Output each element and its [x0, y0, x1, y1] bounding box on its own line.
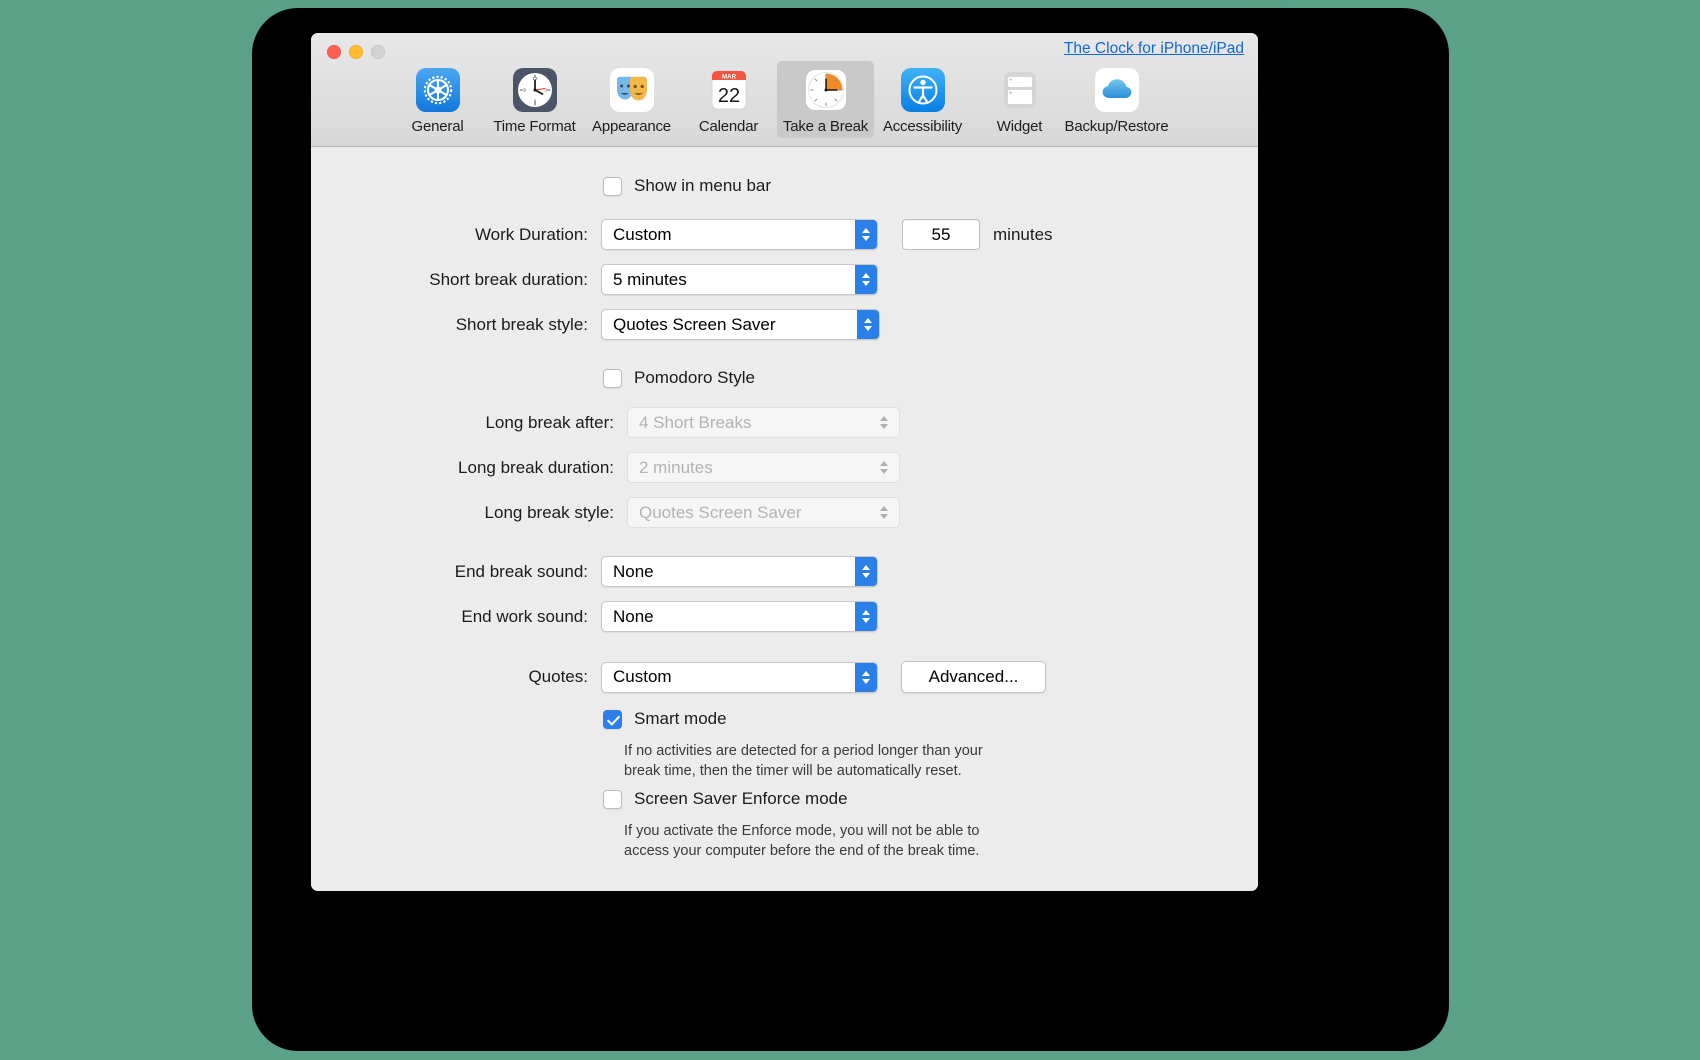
minimize-button[interactable]	[349, 45, 363, 59]
chevron-updown-icon	[855, 220, 877, 249]
short-break-style-row: Short break style: Quotes Screen Saver	[311, 309, 1258, 340]
calendar-icon: MAR 22	[711, 70, 746, 110]
tab-appearance[interactable]: Appearance	[583, 61, 680, 138]
enforce-mode-label: Screen Saver Enforce mode	[634, 789, 848, 808]
accessibility-icon	[900, 68, 945, 112]
quotes-value: Custom	[613, 667, 672, 686]
short-break-duration-select[interactable]: 5 minutes	[601, 264, 878, 295]
work-duration-minutes-input[interactable]: 55	[902, 219, 980, 250]
work-duration-value: Custom	[613, 224, 672, 244]
chevron-updown-icon	[855, 602, 877, 631]
long-break-after-label: Long break after:	[485, 412, 614, 432]
show-in-menu-bar-label: Show in menu bar	[634, 176, 772, 195]
enforce-mode-description: If you activate the Enforce mode, you wi…	[624, 823, 980, 859]
gear-icon	[415, 68, 460, 112]
end-break-sound-row: End break sound: None	[311, 556, 1258, 587]
tab-calendar-label: Calendar	[698, 118, 759, 135]
long-break-style-row: Long break style: Quotes Screen Saver	[311, 497, 1258, 528]
end-work-sound-label: End work sound:	[461, 606, 588, 626]
long-break-duration-value: 2 minutes	[639, 457, 713, 477]
short-break-duration-value: 5 minutes	[613, 269, 687, 289]
tab-widget[interactable]: Widget	[971, 61, 1068, 138]
the-clock-for-iphone-ipad-link[interactable]: The Clock for iPhone/iPad	[1064, 40, 1244, 58]
end-work-sound-value: None	[613, 606, 654, 626]
end-break-sound-label: End break sound:	[454, 561, 588, 581]
smart-mode-label: Smart mode	[634, 709, 727, 728]
pomodoro-style-checkbox[interactable]: Pomodoro Style	[603, 368, 755, 388]
short-break-duration-label: Short break duration:	[429, 269, 588, 289]
break-timer-clock-icon	[805, 70, 846, 110]
theater-masks-icon	[609, 68, 654, 112]
svg-text:MAR: MAR	[721, 74, 736, 81]
tab-backup-restore-label: Backup/Restore	[1064, 118, 1169, 135]
checkbox-box	[603, 368, 622, 388]
tab-take-a-break-label: Take a Break	[782, 118, 869, 135]
quotes-row: Quotes: Custom Advanced...	[311, 661, 1258, 693]
long-break-duration-row: Long break duration: 2 minutes	[311, 452, 1258, 483]
short-break-style-value: Quotes Screen Saver	[613, 314, 776, 334]
long-break-after-row: Long break after: 4 Short Breaks	[311, 407, 1258, 438]
cloud-icon	[1094, 68, 1139, 112]
close-button[interactable]	[327, 45, 341, 59]
checkbox-box	[603, 789, 622, 809]
short-break-style-label: Short break style:	[455, 314, 588, 334]
tab-accessibility[interactable]: Accessibility	[874, 61, 971, 138]
tab-backup-restore[interactable]: Backup/Restore	[1065, 61, 1169, 138]
tab-widget-label: Widget	[996, 118, 1043, 135]
window-toolbar: The Clock for iPhone/iPad General 12 3 6…	[311, 33, 1258, 147]
long-break-style-label: Long break style:	[484, 502, 614, 522]
quotes-label: Quotes:	[528, 667, 588, 686]
chevron-updown-icon	[873, 498, 895, 527]
screen: The Clock for iPhone/iPad General 12 3 6…	[0, 0, 1700, 1060]
checkbox-box-checked	[603, 709, 622, 729]
widget-icon	[1003, 72, 1036, 108]
end-break-sound-select[interactable]: None	[601, 556, 878, 587]
tab-accessibility-label: Accessibility	[882, 118, 963, 135]
tab-time-format-label: Time Format	[493, 118, 576, 135]
analog-clock-icon: 123 69	[512, 68, 557, 112]
pomodoro-style-label: Pomodoro Style	[634, 368, 755, 387]
chevron-updown-icon	[855, 557, 877, 586]
zoom-button[interactable]	[371, 45, 385, 59]
take-a-break-panel: Show in menu bar Work Duration: Custom 5…	[311, 147, 1258, 891]
smart-mode-description: If no activities are detected for a peri…	[624, 743, 983, 779]
enforce-mode-checkbox[interactable]: Screen Saver Enforce mode	[603, 789, 848, 809]
long-break-after-select[interactable]: 4 Short Breaks	[627, 407, 900, 438]
quotes-select[interactable]: Custom	[601, 661, 878, 693]
long-break-duration-label: Long break duration:	[458, 457, 614, 477]
short-break-duration-row: Short break duration: 5 minutes	[311, 264, 1258, 295]
chevron-updown-icon	[855, 265, 877, 294]
smart-mode-checkbox[interactable]: Smart mode	[603, 709, 727, 729]
long-break-style-select[interactable]: Quotes Screen Saver	[627, 497, 900, 528]
tab-calendar[interactable]: MAR 22 Calendar	[680, 61, 777, 138]
short-break-style-select[interactable]: Quotes Screen Saver	[601, 309, 880, 340]
toolbar-tablist: General 12 3 69 Time Format Appearance M…	[389, 61, 1169, 138]
chevron-updown-icon	[873, 408, 895, 437]
long-break-duration-select[interactable]: 2 minutes	[627, 452, 900, 483]
tab-general-label: General	[411, 118, 464, 135]
advanced-button[interactable]: Advanced...	[901, 661, 1046, 693]
minutes-unit-label: minutes	[993, 224, 1053, 244]
work-duration-row: Work Duration: Custom 55 minutes	[311, 219, 1258, 250]
tab-time-format[interactable]: 12 3 69 Time Format	[486, 61, 583, 138]
chevron-updown-icon	[855, 662, 877, 692]
end-break-sound-value: None	[613, 561, 654, 581]
long-break-style-value: Quotes Screen Saver	[639, 502, 802, 522]
work-duration-label: Work Duration:	[474, 224, 588, 244]
work-duration-select[interactable]: Custom	[601, 219, 878, 250]
end-work-sound-row: End work sound: None	[311, 601, 1258, 632]
chevron-updown-icon	[857, 310, 879, 339]
preferences-window: The Clock for iPhone/iPad General 12 3 6…	[311, 33, 1258, 891]
end-work-sound-select[interactable]: None	[601, 601, 878, 632]
tab-appearance-label: Appearance	[592, 118, 671, 135]
chevron-updown-icon	[873, 453, 895, 482]
tab-general[interactable]: General	[389, 61, 486, 138]
tab-take-a-break[interactable]: Take a Break	[777, 61, 874, 138]
long-break-after-value: 4 Short Breaks	[639, 412, 752, 432]
window-controls	[327, 45, 385, 59]
show-in-menu-bar-checkbox[interactable]: Show in menu bar	[603, 176, 771, 196]
checkbox-box	[603, 176, 622, 196]
svg-text:22: 22	[717, 85, 739, 107]
